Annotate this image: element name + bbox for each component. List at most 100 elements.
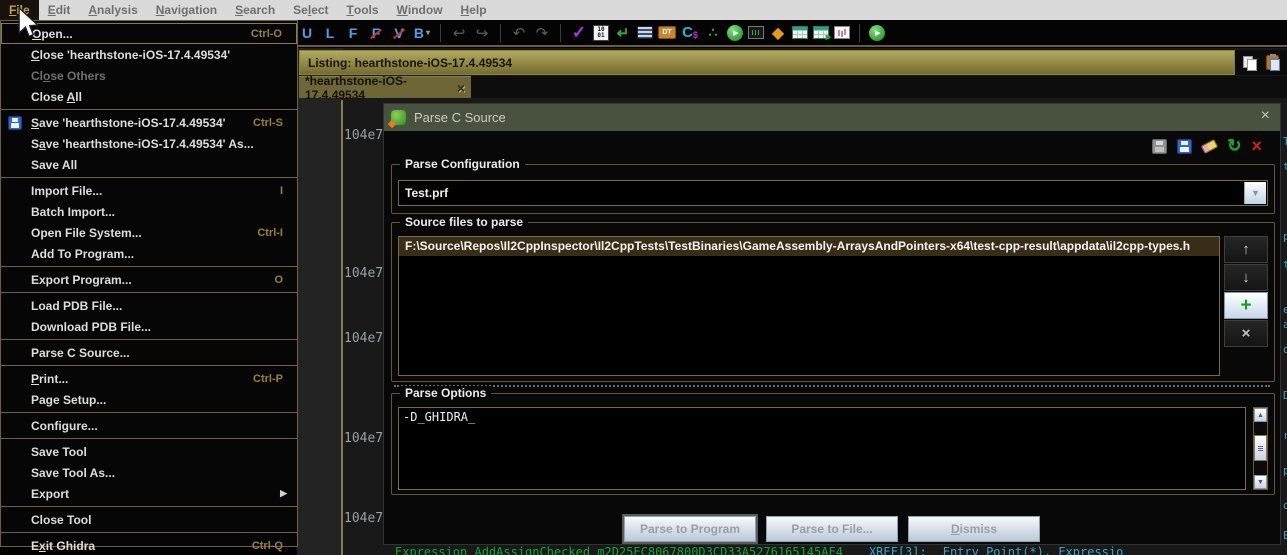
- move-down-button[interactable]: ↓: [1224, 264, 1268, 291]
- script-play-icon[interactable]: ▶: [869, 25, 885, 41]
- menu-item-download-pdb-file[interactable]: Download PDB File...: [1, 316, 297, 337]
- variable-strike-icon[interactable]: V: [390, 22, 408, 44]
- data-type-manager-icon[interactable]: DT: [658, 26, 676, 39]
- dialog-close-icon[interactable]: ×: [1261, 107, 1270, 125]
- nav-in-icon[interactable]: ↪: [473, 22, 491, 44]
- parse-configuration-combo[interactable]: Test.prf ▼: [398, 180, 1268, 206]
- graph-tree-icon[interactable]: ∴: [704, 22, 722, 44]
- menu-item-close-tool[interactable]: Close Tool: [1, 509, 297, 530]
- menu-item-print[interactable]: Print...Ctrl-P: [1, 368, 297, 389]
- mouse-cursor: [16, 8, 40, 40]
- menu-item-add-to-program[interactable]: Add To Program...: [1, 243, 297, 264]
- validate-checkmark-icon[interactable]: ✓: [570, 22, 588, 44]
- play-icon[interactable]: ▶: [727, 25, 743, 41]
- parse-options-input[interactable]: -D_GHIDRA_: [398, 407, 1246, 490]
- eraser-icon[interactable]: [1201, 139, 1218, 154]
- menu-item-open-file-system[interactable]: Open File System...Ctrl-I: [1, 222, 297, 243]
- paste-icon[interactable]: [1266, 55, 1279, 70]
- menubar-item-edit[interactable]: Edit: [39, 0, 80, 20]
- move-up-button[interactable]: ↑: [1224, 236, 1268, 263]
- green-return-arrow-icon[interactable]: ↵: [614, 22, 632, 44]
- menu-item-label: Close All: [31, 90, 82, 104]
- menubar-item-navigation[interactable]: Navigation: [147, 0, 226, 20]
- menubar-item-select[interactable]: Select: [284, 0, 337, 20]
- file-menu: Open...Ctrl-OClose 'hearthstone-iOS-17.4…: [0, 20, 298, 547]
- floppy-blue-icon: [8, 116, 22, 130]
- save-config-as-icon[interactable]: [1177, 139, 1192, 154]
- menu-item-save-tool[interactable]: Save Tool: [1, 441, 297, 462]
- function-strike-icon[interactable]: F: [367, 22, 385, 44]
- menu-item-import-file[interactable]: Import File...I: [1, 180, 297, 201]
- menubar-item-search[interactable]: Search: [226, 0, 284, 20]
- chevron-down-icon: ▾: [426, 28, 430, 37]
- menubar-item-help[interactable]: Help: [452, 0, 496, 20]
- menu-item-save-tool-as[interactable]: Save Tool As...: [1, 462, 297, 483]
- remove-source-file-button[interactable]: ×: [1224, 320, 1268, 347]
- copy-icon[interactable]: [1243, 56, 1256, 70]
- nav-out-icon[interactable]: ↩: [450, 22, 468, 44]
- menu-item-save-hearthstone-ios-17-4-49534[interactable]: Save 'hearthstone-iOS-17.4.49534'Ctrl-S: [1, 112, 297, 133]
- parse-configuration-label: Parse Configuration: [400, 157, 525, 171]
- menu-item-shortcut: Ctrl-P: [253, 373, 297, 385]
- menu-item-page-setup[interactable]: Page Setup...: [1, 389, 297, 410]
- menubar-item-analysis[interactable]: Analysis: [79, 0, 146, 20]
- label-toggle-icon[interactable]: L: [321, 22, 339, 44]
- save-config-icon[interactable]: [1152, 139, 1167, 154]
- c-source-icon[interactable]: C$: [681, 22, 699, 44]
- scroll-up-icon[interactable]: ▲: [1254, 408, 1267, 422]
- add-source-file-button[interactable]: +: [1224, 292, 1268, 319]
- menu-item-close-all[interactable]: Close All: [1, 86, 297, 107]
- refresh-icon[interactable]: ↻: [1227, 138, 1241, 154]
- menu-item-open[interactable]: Open...Ctrl-O: [1, 23, 297, 44]
- redo-icon[interactable]: ↷: [533, 22, 551, 44]
- menu-item-shortcut: Ctrl-O: [251, 28, 296, 40]
- menu-item-label: Exit Ghidra: [31, 539, 95, 553]
- menu-separator: [1, 365, 297, 366]
- menu-item-save-all[interactable]: Save All: [1, 154, 297, 175]
- tab-close-icon[interactable]: ×: [457, 80, 465, 96]
- menu-item-label: Export Program...: [31, 273, 132, 287]
- menubar-item-tools[interactable]: Tools: [338, 0, 388, 20]
- tab-strip: *hearthstone-iOS-17.4.49534 ×: [299, 76, 1287, 98]
- menu-item-load-pdb-file[interactable]: Load PDB File...: [1, 295, 297, 316]
- chart-icon[interactable]: [834, 26, 850, 39]
- dismiss-button[interactable]: Dismiss: [908, 516, 1040, 542]
- menu-item-save-hearthstone-ios-17-4-49534-as[interactable]: Save 'hearthstone-iOS-17.4.49534' As...: [1, 133, 297, 154]
- listing-tab[interactable]: *hearthstone-iOS-17.4.49534 ×: [299, 76, 471, 98]
- listing-left-border: [341, 100, 343, 555]
- menu-item-parse-c-source[interactable]: Parse C Source...: [1, 342, 297, 363]
- underline-toggle-icon[interactable]: U: [298, 22, 316, 44]
- listing-title-bar[interactable]: Listing: hearthstone-iOS-17.4.49534: [299, 50, 1235, 75]
- table-icon[interactable]: [792, 26, 808, 39]
- bytes-view-icon[interactable]: 1001: [593, 25, 609, 41]
- edge-fragment: r: [1283, 429, 1287, 442]
- edge-fragment: D: [1283, 389, 1287, 402]
- menu-item-shortcut: Ctrl-S: [253, 117, 297, 129]
- delete-config-icon[interactable]: ×: [1251, 138, 1262, 154]
- source-file-list[interactable]: F:\Source\Repos\Il2CppInspector\Il2CppTe…: [398, 236, 1220, 376]
- source-file-row[interactable]: F:\Source\Repos\Il2CppInspector\Il2CppTe…: [399, 237, 1219, 256]
- orange-diamond-icon[interactable]: ◆: [769, 22, 787, 44]
- menubar-item-window[interactable]: Window: [388, 0, 452, 20]
- menu-item-batch-import[interactable]: Batch Import...: [1, 201, 297, 222]
- menu-item-configure[interactable]: Configure...: [1, 415, 297, 436]
- filmstrip-icon[interactable]: [637, 26, 653, 39]
- table-export-icon[interactable]: [813, 26, 829, 39]
- function-toggle-icon[interactable]: F: [344, 22, 362, 44]
- menu-item-exit-ghidra[interactable]: Exit GhidraCtrl-Q: [1, 535, 297, 555]
- chevron-down-icon[interactable]: ▼: [1244, 182, 1266, 204]
- byte-dropdown-icon[interactable]: B▾: [413, 22, 431, 44]
- menu-item-export[interactable]: Export▶: [1, 483, 297, 504]
- menu-item-export-program[interactable]: Export Program...O: [1, 269, 297, 290]
- dialog-title-bar[interactable]: Parse C Source ×: [384, 104, 1280, 131]
- parse-to-file-button[interactable]: Parse to File...: [766, 516, 898, 542]
- parse-to-program-button[interactable]: Parse to Program: [624, 516, 756, 542]
- scrollbar-thumb[interactable]: [1254, 435, 1267, 461]
- memory-chip-icon[interactable]: [748, 26, 764, 39]
- edge-fragment: t: [1283, 160, 1287, 173]
- menu-item-close-hearthstone-ios-17-4-49534[interactable]: Close 'hearthstone-iOS-17.4.49534': [1, 44, 297, 65]
- undo-icon[interactable]: ↶: [510, 22, 528, 44]
- splitter-handle[interactable]: [394, 385, 1270, 388]
- scrollbar[interactable]: ▲ ▼: [1253, 407, 1268, 490]
- scroll-down-icon[interactable]: ▼: [1254, 475, 1267, 489]
